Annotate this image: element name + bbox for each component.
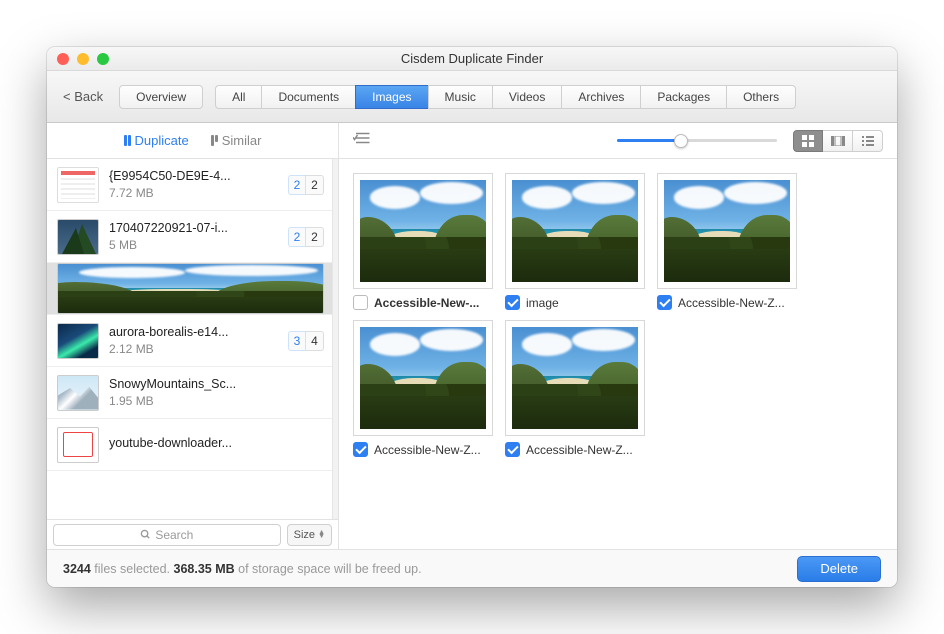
select-checkbox[interactable]: [353, 295, 368, 310]
close-window-button[interactable]: [57, 53, 69, 65]
search-icon: [140, 529, 151, 540]
list-item-thumbnail: [57, 375, 99, 411]
tab-duplicate-label: Duplicate: [135, 133, 189, 148]
duplicate-icon: [124, 135, 131, 146]
thumbnail-card[interactable]: Accessible-New-Z...: [657, 173, 797, 310]
thumbnail-label: Accessible-New-Z...: [678, 296, 797, 310]
freed-size: 368.35 MB: [174, 562, 235, 576]
detail-pane: Accessible-New-... image Accessible-New-Z.…: [339, 123, 897, 549]
list-item-thumbnail: [57, 263, 324, 314]
search-placeholder: Search: [155, 528, 193, 542]
window-title: Cisdem Duplicate Finder: [47, 51, 897, 66]
titlebar: Cisdem Duplicate Finder: [47, 47, 897, 71]
list-item[interactable]: 170407220921-07-i... 5 MB 22: [47, 211, 332, 263]
columns-icon: [831, 136, 845, 146]
list-item-name: youtube-downloader...: [109, 436, 324, 450]
view-grid-button[interactable]: [793, 130, 823, 152]
similar-icon: [211, 135, 218, 146]
list-item-thumbnail: [57, 219, 99, 255]
tab-archives[interactable]: Archives: [561, 85, 640, 109]
tab-others[interactable]: Others: [726, 85, 796, 109]
status-bar: 3244 files selected. 368.35 MB of storag…: [47, 549, 897, 587]
status-text: 3244 files selected. 368.35 MB of storag…: [63, 562, 422, 576]
select-checkbox[interactable]: [505, 295, 520, 310]
view-list-button[interactable]: [853, 130, 883, 152]
selected-count: 3244: [63, 562, 91, 576]
sort-dropdown[interactable]: Size ▲▼: [287, 524, 332, 546]
list-item[interactable]: aurora-borealis-e14... 2.12 MB 34: [47, 315, 332, 367]
select-checkbox[interactable]: [505, 442, 520, 457]
sidebar-footer: Search Size ▲▼: [47, 519, 338, 549]
tab-duplicate[interactable]: Duplicate: [124, 133, 189, 148]
thumbnail-gallery: Accessible-New-... image Accessible-New-Z.…: [339, 159, 897, 549]
list-item-counts: 22: [288, 227, 324, 247]
category-tabs: AllDocumentsImagesMusicVideosArchivesPac…: [215, 85, 796, 109]
duplicate-group-list[interactable]: {E9954C50-DE9E-4...7.72 MB22170407220921…: [47, 159, 332, 519]
list-scrollbar[interactable]: [332, 159, 338, 519]
back-button[interactable]: < Back: [59, 86, 107, 107]
thumbnail-size-slider[interactable]: [617, 131, 777, 151]
sort-label: Size: [294, 529, 315, 541]
list-check-icon: [353, 131, 371, 145]
grid-icon: [802, 135, 814, 147]
thumbnail-label: Accessible-New-Z...: [374, 443, 493, 457]
list-item-size: 1.95 MB: [109, 394, 324, 408]
stepper-icon: ▲▼: [318, 531, 325, 539]
thumbnail-image: [353, 320, 493, 436]
list-item[interactable]: {E9954C50-DE9E-4... 7.72 MB 22: [47, 159, 332, 211]
list-item-name: 170407220921-07-i...: [109, 221, 278, 235]
list-item[interactable]: youtube-downloader...: [47, 419, 332, 471]
thumbnail-card[interactable]: Accessible-New-...: [353, 173, 493, 310]
selection-menu-button[interactable]: [353, 131, 371, 150]
list-item-counts: 22: [288, 175, 324, 195]
overview-button[interactable]: Overview: [119, 85, 203, 109]
list-item-thumbnail: [57, 323, 99, 359]
thumbnail-image: [505, 173, 645, 289]
search-input[interactable]: Search: [53, 524, 281, 546]
detail-toolbar: [339, 123, 897, 159]
toolbar: < Back Overview AllDocumentsImagesMusicV…: [47, 71, 897, 123]
tab-documents[interactable]: Documents: [261, 85, 355, 109]
thumbnail-label: Accessible-New-Z...: [526, 443, 645, 457]
traffic-lights: [57, 53, 109, 65]
thumbnail-card[interactable]: Accessible-New-Z...: [353, 320, 493, 457]
select-checkbox[interactable]: [353, 442, 368, 457]
sidebar-mode-tabs: Duplicate Similar: [47, 123, 338, 159]
tab-packages[interactable]: Packages: [640, 85, 726, 109]
list-item[interactable]: Accessible-New-Zea...2.31 MB45: [47, 263, 332, 315]
list-item-name: {E9954C50-DE9E-4...: [109, 169, 278, 183]
list-item-size: 2.12 MB: [109, 342, 278, 356]
thumbnail-label: image: [526, 296, 645, 310]
tab-similar[interactable]: Similar: [211, 133, 262, 148]
tab-videos[interactable]: Videos: [492, 85, 561, 109]
zoom-window-button[interactable]: [97, 53, 109, 65]
tab-music[interactable]: Music: [428, 85, 492, 109]
list-item-name: SnowyMountains_Sc...: [109, 377, 324, 391]
thumbnail-label: Accessible-New-...: [374, 296, 493, 310]
list-icon: [862, 136, 874, 146]
list-item-name: aurora-borealis-e14...: [109, 325, 278, 339]
delete-button[interactable]: Delete: [797, 556, 881, 582]
tab-all[interactable]: All: [215, 85, 261, 109]
tab-similar-label: Similar: [222, 133, 262, 148]
list-item-thumbnail: [57, 167, 99, 203]
minimize-window-button[interactable]: [77, 53, 89, 65]
list-item-size: 7.72 MB: [109, 186, 278, 200]
thumbnail-image: [505, 320, 645, 436]
list-item-thumbnail: [57, 427, 99, 463]
list-item[interactable]: SnowyMountains_Sc... 1.95 MB: [47, 367, 332, 419]
app-window: Cisdem Duplicate Finder < Back Overview …: [47, 47, 897, 587]
tab-images[interactable]: Images: [355, 85, 427, 109]
sidebar: Duplicate Similar {E9954C50-DE9E-4... 7.7…: [47, 123, 339, 549]
thumbnail-card[interactable]: image: [505, 173, 645, 310]
view-columns-button[interactable]: [823, 130, 853, 152]
list-item-counts: 34: [288, 331, 324, 351]
select-checkbox[interactable]: [657, 295, 672, 310]
thumbnail-image: [353, 173, 493, 289]
list-item-size: 5 MB: [109, 238, 278, 252]
view-mode-segment: [793, 130, 883, 152]
thumbnail-card[interactable]: Accessible-New-Z...: [505, 320, 645, 457]
thumbnail-image: [657, 173, 797, 289]
content-area: Duplicate Similar {E9954C50-DE9E-4... 7.7…: [47, 123, 897, 549]
